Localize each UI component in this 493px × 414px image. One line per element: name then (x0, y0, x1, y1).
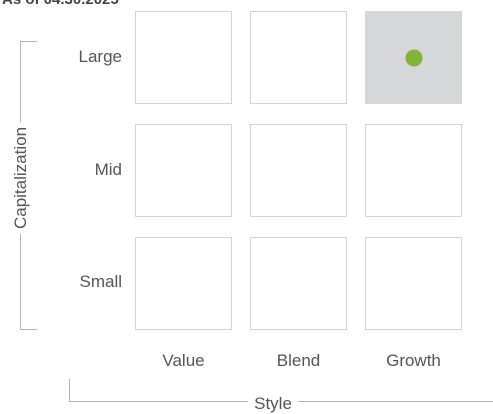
as-of-date: As of 04.30.2025 (2, 0, 119, 8)
cell-mid-growth (365, 124, 462, 217)
row-label-small: Small (79, 272, 122, 291)
cell-mid-blend (250, 124, 347, 217)
row-label-large: Large (78, 47, 122, 66)
column-label-blend: Blend (276, 351, 321, 370)
cell-large-value (135, 11, 232, 104)
cell-large-blend (250, 11, 347, 104)
cell-small-blend (250, 237, 347, 330)
column-label-value: Value (162, 351, 205, 370)
column-label-growth: Growth (386, 351, 441, 370)
cell-large-growth (365, 11, 462, 104)
cell-small-growth (365, 237, 462, 330)
position-marker-dot (405, 49, 422, 66)
cell-mid-value (135, 124, 232, 217)
style-axis-label: Style (248, 394, 298, 414)
cell-small-value (135, 237, 232, 330)
row-label-mid: Mid (94, 160, 122, 179)
